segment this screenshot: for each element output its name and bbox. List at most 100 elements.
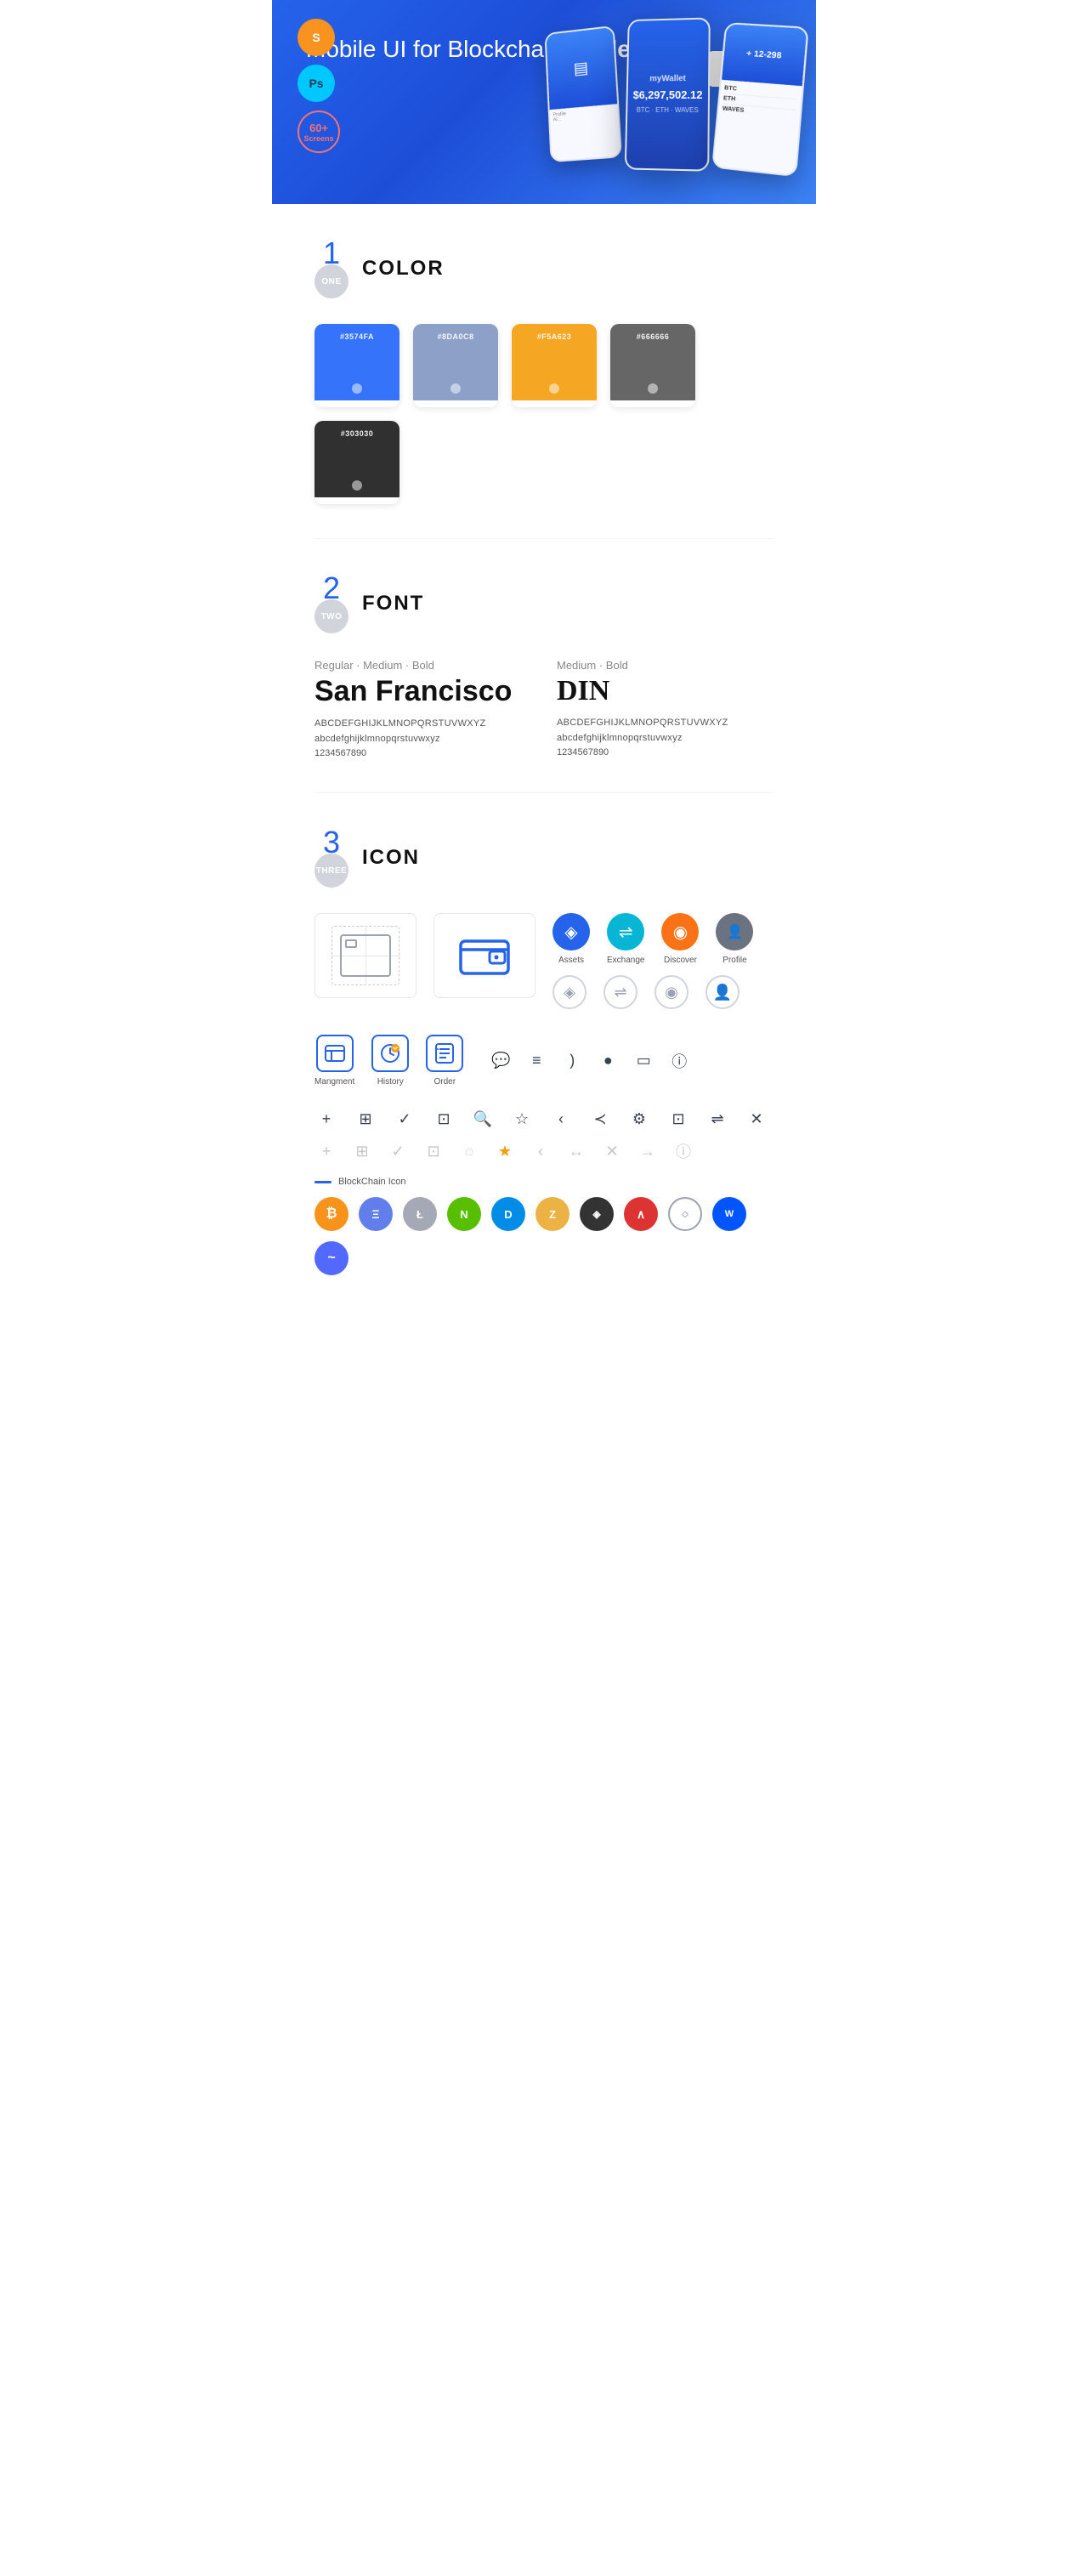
- blockchain-label-text: BlockChain Icon: [338, 1177, 406, 1187]
- close-icon-gray: ✕: [600, 1139, 624, 1163]
- star-icon-highlight: ★: [493, 1139, 517, 1163]
- check-icon: ✓: [393, 1107, 416, 1131]
- qr-icon: ⊡: [432, 1107, 456, 1131]
- ark-icon: ∧: [624, 1197, 658, 1231]
- screens-badge: 60+ Screens: [298, 111, 340, 153]
- circle-icon-gray: ◌: [457, 1139, 481, 1163]
- circle-icon: ●: [596, 1049, 620, 1073]
- stack-icon: ≡: [524, 1049, 548, 1073]
- font-section-header: 2 TWO FONT: [314, 573, 774, 633]
- font-section-title: FONT: [362, 592, 424, 616]
- misc-icons-row: 💬 ≡ ) ● ▭ ⓘ: [489, 1049, 691, 1073]
- section-number-1: 1 ONE: [314, 238, 348, 298]
- btc-icon: ₿: [314, 1197, 348, 1231]
- eth-icon: Ξ: [359, 1197, 393, 1231]
- assets-icon-item: ◈ Assets: [552, 913, 590, 965]
- section-number-3: 3 THREE: [314, 827, 348, 888]
- moon-icon: ): [560, 1049, 584, 1073]
- exchange-icon-outline: ⇌: [604, 975, 638, 1009]
- management-icon-svg: [325, 1045, 345, 1062]
- settings-icon: ⚙: [627, 1107, 651, 1131]
- qr-icon-gray: ⊡: [422, 1139, 445, 1163]
- share-icon-gray: ↔: [564, 1139, 588, 1163]
- profile-icon-outline: 👤: [706, 975, 740, 1009]
- font-section: 2 TWO FONT Regular · Medium · Bold San F…: [272, 539, 816, 792]
- color-section: 1 ONE COLOR #3574FA #8DA0C8 #F5A623: [272, 204, 816, 538]
- swatch-dark: #303030: [314, 421, 400, 504]
- phone-mockup-2: myWallet $6,297,502.12 BTC · ETH · WAVES: [625, 17, 711, 171]
- color-swatches: #3574FA #8DA0C8 #F5A623 #666666: [314, 324, 774, 504]
- plus-icon-gray: +: [314, 1139, 338, 1163]
- ltc-icon: Ł: [403, 1197, 437, 1231]
- phone-mockup-3: + 12-298 BTC ETH WAVES: [711, 22, 809, 177]
- phone-mockup-1: ▤ Profile Al...: [544, 26, 622, 162]
- wallet-svg-icon: [459, 934, 510, 977]
- phone-mockups: ▤ Profile Al... myWallet $6,297,502.12 B…: [545, 23, 804, 183]
- waves-icon: W: [712, 1197, 746, 1231]
- font-san-francisco: Regular · Medium · Bold San Francisco AB…: [314, 659, 531, 758]
- history-app-icon: History: [371, 1035, 409, 1087]
- assets-icon-outline: ◈: [552, 975, 586, 1009]
- discover-icon-outline: ◉: [654, 975, 688, 1009]
- utility-icons-dark: + ⊞ ✓ ⊡ 🔍 ☆ ‹ ≺ ⚙ ⊡ ⇌ ✕: [314, 1107, 774, 1131]
- icon-wallet-colored: [434, 913, 536, 998]
- band-icon: ~: [314, 1241, 348, 1275]
- list-icon-gray: ⊞: [350, 1139, 374, 1163]
- app-icons-row: Mangment History: [314, 1035, 774, 1087]
- crypto-icons-row: ₿ Ξ Ł N D Z ◈ ∧ ◇ W ~: [314, 1197, 774, 1275]
- management-app-icon: Mangment: [314, 1035, 354, 1087]
- share-icon: ≺: [588, 1107, 612, 1131]
- icon-section: 3 THREE ICON: [272, 793, 816, 1335]
- swatch-amber: #F5A623: [512, 324, 597, 407]
- hero-tools: S Ps 60+ Screens: [298, 19, 340, 153]
- utility-icons-gray: + ⊞ ✓ ⊡ ◌ ★ ‹ ↔ ✕ → ⓘ: [314, 1139, 774, 1163]
- swatch-slate: #8DA0C8: [413, 324, 498, 407]
- iota-icon: ◈: [580, 1197, 614, 1231]
- hero-title-regular: Mobile UI for Blockchain: [306, 36, 570, 62]
- screens-count: 60+: [309, 122, 328, 134]
- swatch-gray: #666666: [610, 324, 695, 407]
- order-app-icon: Order: [426, 1035, 463, 1087]
- info-icon-gray: ⓘ: [672, 1139, 695, 1163]
- search-icon: 🔍: [471, 1107, 495, 1131]
- color-section-title: COLOR: [362, 257, 445, 281]
- close-icon: ✕: [745, 1107, 768, 1131]
- chat-icon: 💬: [489, 1049, 513, 1073]
- dash-icon: D: [491, 1197, 525, 1231]
- label-line: [314, 1181, 332, 1183]
- neo-icon: N: [447, 1197, 481, 1231]
- speech-icon: ▭: [632, 1049, 655, 1073]
- order-icon-svg: [435, 1043, 454, 1064]
- upload-icon: ⊡: [666, 1107, 690, 1131]
- exchange-icon-item: ⇌ Exchange: [607, 913, 644, 965]
- swap-icon: ⇌: [706, 1107, 729, 1131]
- star-icon: ☆: [510, 1107, 534, 1131]
- list-icon: ⊞: [354, 1107, 377, 1131]
- blockchain-section-label: BlockChain Icon: [314, 1177, 774, 1187]
- back-icon: ‹: [549, 1107, 573, 1131]
- back-icon-gray: ‹: [529, 1139, 552, 1163]
- plus-icon: +: [314, 1107, 338, 1131]
- icon-section-header: 3 THREE ICON: [314, 827, 774, 888]
- check-icon-gray: ✓: [386, 1139, 410, 1163]
- history-icon-svg: [380, 1043, 400, 1064]
- zcash-icon: Z: [536, 1197, 570, 1231]
- discover-icon-item: ◉ Discover: [661, 913, 699, 965]
- screens-label: Screens: [303, 134, 333, 143]
- color-section-header: 1 ONE COLOR: [314, 238, 774, 298]
- forward-icon-gray: →: [636, 1139, 660, 1163]
- profile-icon-item: 👤 Profile: [716, 913, 753, 965]
- icon-section-title: ICON: [362, 846, 420, 870]
- named-icons-group: ◈ Assets ⇌ Exchange ◉ Discover 👤 Profile: [552, 913, 753, 1009]
- section-number-2: 2 TWO: [314, 573, 348, 633]
- icon-construction-guide: [314, 913, 416, 998]
- font-grid: Regular · Medium · Bold San Francisco AB…: [314, 659, 774, 758]
- hero-section: Mobile UI for Blockchain Wallet UI Kit S…: [272, 0, 816, 204]
- info-icon: ⓘ: [667, 1049, 691, 1073]
- crypto-outline-1: ◇: [668, 1197, 702, 1231]
- icon-display-row: ◈ Assets ⇌ Exchange ◉ Discover 👤 Profile: [314, 913, 774, 1009]
- ps-badge: Ps: [298, 65, 335, 102]
- swatch-blue: #3574FA: [314, 324, 400, 407]
- bottom-spacer: [314, 1275, 774, 1301]
- sketch-badge: S: [298, 19, 335, 56]
